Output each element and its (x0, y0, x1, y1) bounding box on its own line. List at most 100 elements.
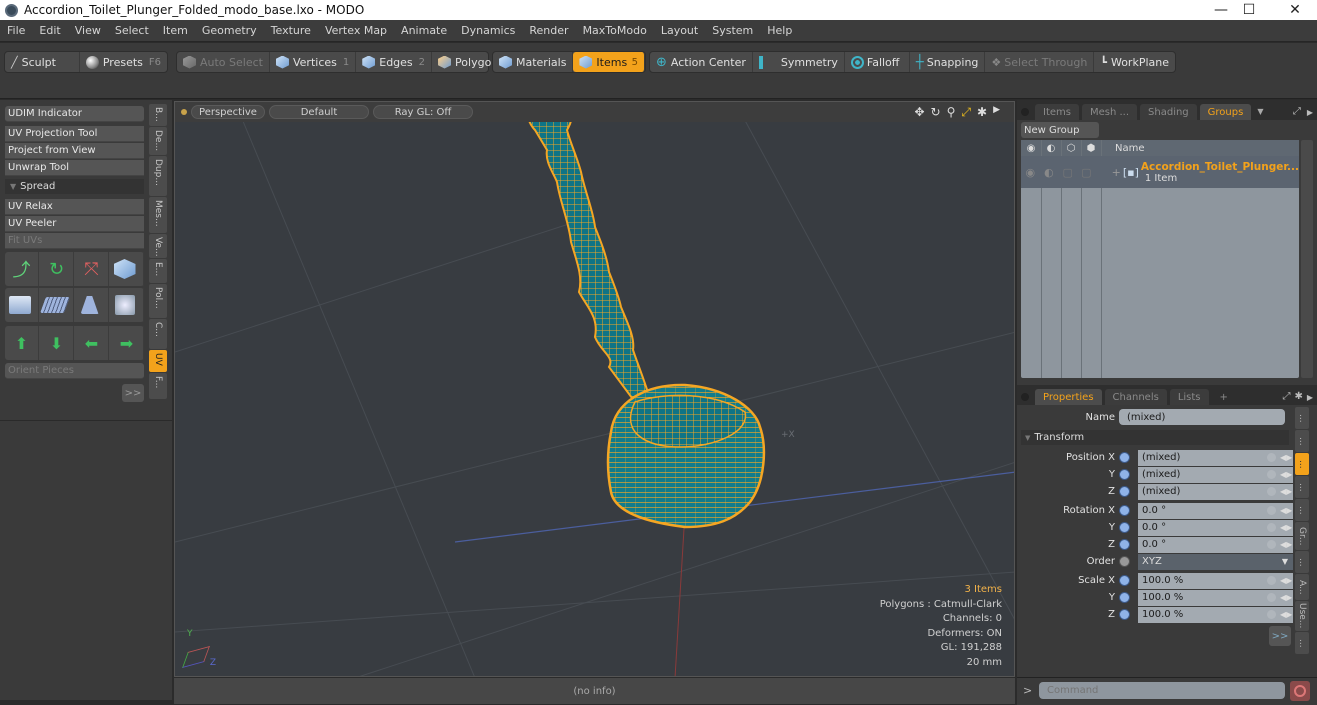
select-column-icon[interactable]: ⬢ (1081, 143, 1101, 154)
menu-vertex-map[interactable]: Vertex Map (318, 24, 394, 37)
stepper-icon[interactable]: ◀▶ (1280, 523, 1292, 533)
maximize-icon[interactable]: ☐ (1226, 0, 1272, 20)
record-button[interactable] (1290, 681, 1310, 701)
uv-move-icon[interactable]: ⤴ (5, 252, 39, 286)
viewport-dot-icon[interactable] (181, 109, 187, 115)
unwrap-tool-button[interactable]: Unwrap Tool (5, 160, 144, 176)
uv-scale-icon[interactable]: ⤧ (75, 252, 109, 286)
shading-mode-button[interactable]: Default (269, 105, 369, 119)
vtab-mes[interactable]: Mes... (149, 197, 167, 233)
animate-icon[interactable] (1267, 505, 1276, 515)
uv-transform-icon[interactable] (110, 252, 144, 286)
align-up-icon[interactable]: ⬆ (5, 326, 39, 360)
vtab-dup[interactable]: Dup... (149, 156, 167, 196)
falloff-button[interactable]: Falloff (845, 52, 910, 72)
presets-button[interactable]: Presets F6 (80, 52, 167, 72)
uv-planar-icon[interactable] (39, 288, 74, 322)
row-lock-icon[interactable]: ▢ (1058, 166, 1077, 179)
scale-z-field[interactable]: 100.0 % ◀▶ (1138, 606, 1293, 623)
add-tab-button[interactable]: + (1212, 389, 1236, 405)
snapping-button[interactable]: ┼ Snapping (910, 52, 986, 72)
properties-arrow-icon[interactable]: ▶ (1307, 393, 1313, 402)
rvtab-gr[interactable]: Gr... (1295, 522, 1309, 550)
uv-trapezoid-icon[interactable] (75, 288, 109, 322)
menu-item[interactable]: Item (156, 24, 195, 37)
raygl-button[interactable]: Ray GL: Off (373, 105, 473, 119)
project-from-view-button[interactable]: Project from View (5, 143, 144, 159)
auto-select-button[interactable]: Auto Select (177, 52, 270, 72)
rvtab-5[interactable]: ... (1295, 499, 1309, 521)
rotation-y-field[interactable]: 0.0 ° ◀▶ (1138, 519, 1293, 536)
menu-maxtomodo[interactable]: MaxToModo (576, 24, 654, 37)
scale-y-key-icon[interactable] (1119, 592, 1130, 603)
groups-scrollbar[interactable] (1301, 140, 1313, 378)
menu-layout[interactable]: Layout (654, 24, 705, 37)
uv-relax-button[interactable]: UV Relax (5, 199, 144, 215)
animate-icon[interactable] (1267, 592, 1276, 602)
menu-help[interactable]: Help (760, 24, 799, 37)
more-properties-button[interactable]: >> (1269, 626, 1291, 646)
vtab-pol[interactable]: Pol... (149, 284, 167, 318)
align-down-icon[interactable]: ⬇ (40, 326, 74, 360)
new-group-button[interactable]: New Group (1021, 122, 1099, 138)
stepper-icon[interactable]: ◀▶ (1280, 470, 1292, 480)
panel-expand-icon[interactable]: ⤢ (1293, 106, 1301, 117)
menu-file[interactable]: File (0, 24, 32, 37)
stepper-icon[interactable]: ◀▶ (1280, 593, 1292, 603)
tab-mesh[interactable]: Mesh ... (1081, 104, 1138, 120)
zoom-icon[interactable]: ⚲ (947, 105, 956, 120)
udim-indicator-button[interactable]: UDIM Indicator (5, 106, 144, 122)
animate-icon[interactable] (1267, 575, 1276, 585)
scale-y-field[interactable]: 100.0 % ◀▶ (1138, 589, 1293, 606)
rotation-x-field[interactable]: 0.0 ° ◀▶ (1138, 502, 1293, 519)
animate-icon[interactable] (1267, 452, 1276, 462)
expand-plus-icon[interactable]: + (1112, 166, 1121, 179)
rotation-z-field[interactable]: 0.0 ° ◀▶ (1138, 536, 1293, 553)
more-tools-button[interactable]: >> (122, 384, 144, 402)
rotation-x-key-icon[interactable] (1119, 505, 1130, 516)
group-row[interactable]: ◉ ◐ ▢ ▢ + [▪] Accordion_Toilet_Plunger..… (1021, 156, 1299, 188)
menu-texture[interactable]: Texture (264, 24, 318, 37)
menu-select[interactable]: Select (108, 24, 156, 37)
tab-groups[interactable]: Groups (1199, 104, 1252, 120)
vtab-de[interactable]: De... (149, 127, 167, 155)
render-column-icon[interactable]: ◐ (1041, 143, 1061, 154)
vtab-e[interactable]: E... (149, 259, 167, 283)
align-left-icon[interactable]: ⬅ (75, 326, 109, 360)
tab-shading[interactable]: Shading (1140, 104, 1197, 120)
rvtab-2[interactable]: ... (1295, 430, 1309, 452)
animate-icon[interactable] (1267, 522, 1276, 532)
position-z-field[interactable]: (mixed) ◀▶ (1138, 483, 1293, 500)
rvtab-a[interactable]: A... (1295, 574, 1309, 600)
order-dropdown[interactable]: XYZ ▼ (1138, 553, 1293, 570)
rvtab-use[interactable]: Use... (1295, 601, 1309, 631)
tab-lists[interactable]: Lists (1169, 389, 1209, 405)
transform-section[interactable]: ▼ Transform (1021, 430, 1289, 445)
edges-button[interactable]: Edges 2 (356, 52, 433, 72)
rvtab-4[interactable]: ... (1295, 476, 1309, 498)
uv-box-icon[interactable] (110, 288, 144, 322)
menu-dynamics[interactable]: Dynamics (454, 24, 522, 37)
action-center-button[interactable]: ⊕ Action Center (650, 52, 753, 72)
position-x-key-icon[interactable] (1119, 452, 1130, 463)
align-right-icon[interactable]: ➡ (110, 326, 144, 360)
uv-cylinder-icon[interactable] (5, 288, 39, 322)
rvtab-7[interactable]: ... (1295, 551, 1309, 573)
scale-x-key-icon[interactable] (1119, 575, 1130, 586)
animate-icon[interactable] (1267, 609, 1276, 619)
menu-view[interactable]: View (68, 24, 108, 37)
panel-arrow-icon[interactable]: ▶ (1307, 108, 1313, 117)
menu-render[interactable]: Render (522, 24, 575, 37)
uv-projection-tool-button[interactable]: UV Projection Tool (5, 126, 144, 142)
sculpt-button[interactable]: ╱ Sculpt (5, 52, 80, 72)
uv-rotate-icon[interactable]: ↻ (40, 252, 74, 286)
workplane-button[interactable]: ┗ WorkPlane (1094, 52, 1175, 72)
symmetry-button[interactable]: Symmetry (753, 52, 845, 72)
rotate-icon[interactable]: ↻ (931, 105, 941, 120)
properties-expand-icon[interactable]: ⤢ (1282, 391, 1290, 402)
name-field[interactable]: (mixed) (1119, 409, 1285, 425)
materials-button[interactable]: Materials (493, 52, 574, 72)
maximize-view-icon[interactable]: ⤢ (961, 105, 971, 120)
rvtab-1[interactable]: ... (1295, 407, 1309, 429)
panel-menu-icon[interactable] (1021, 108, 1029, 116)
